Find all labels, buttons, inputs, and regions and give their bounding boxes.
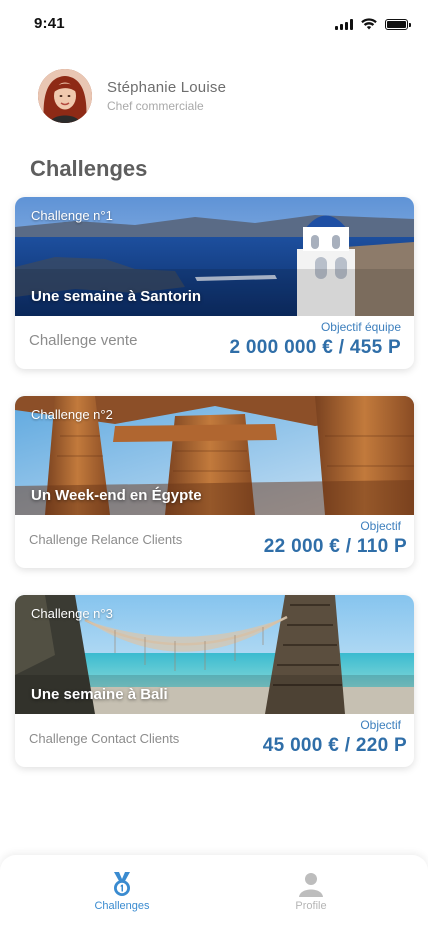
tab-label: Profile <box>295 900 327 912</box>
challenge-card-image: Challenge n°3 Une semaine à Bali <box>15 595 414 714</box>
goal-label: Objectif <box>360 519 401 533</box>
challenge-card-1[interactable]: Challenge n°1 Une semaine à Santorin Cha… <box>15 197 414 369</box>
user-icon <box>299 873 323 897</box>
profile-role: Chef commerciale <box>107 99 204 113</box>
challenge-card-body: Challenge Relance Clients Objectif 22 00… <box>15 515 414 568</box>
wifi-icon <box>361 18 377 30</box>
challenge-card-body: Challenge vente Objectif équipe 2 000 00… <box>15 316 414 369</box>
goal-label: Objectif <box>360 718 401 732</box>
status-bar: 9:41 <box>0 0 428 48</box>
challenge-card-body: Challenge Contact Clients Objectif 45 00… <box>15 714 414 767</box>
challenge-type: Challenge Contact Clients <box>29 731 180 746</box>
challenge-title: Une semaine à Santorin <box>31 288 202 305</box>
profile-name: Stéphanie Louise <box>107 79 227 96</box>
challenge-card-3[interactable]: Challenge n°3 Une semaine à Bali Challen… <box>15 595 414 767</box>
bottom-tab-bar: Challenges Profile <box>0 855 428 926</box>
cellular-signal-icon <box>335 18 353 30</box>
page-title: Challenges <box>30 156 148 181</box>
challenge-card-2[interactable]: Challenge n°2 Un Week-end en Égypte Chal… <box>15 396 414 568</box>
avatar <box>38 69 92 123</box>
challenge-number: Challenge n°2 <box>31 407 113 422</box>
goal-label: Objectif équipe <box>320 320 401 334</box>
medal-icon <box>114 872 130 896</box>
tab-label: Challenges <box>94 900 150 912</box>
tab-challenges[interactable]: Challenges <box>62 871 182 912</box>
challenge-type: Challenge vente <box>29 332 138 349</box>
tab-profile[interactable]: Profile <box>251 871 371 912</box>
challenge-type: Challenge Relance Clients <box>29 532 183 547</box>
challenge-title: Une semaine à Bali <box>31 686 168 703</box>
status-time: 9:41 <box>34 15 65 32</box>
challenge-card-image: Challenge n°1 Une semaine à Santorin <box>15 197 414 316</box>
challenge-card-image: Challenge n°2 Un Week-end en Égypte <box>15 396 414 515</box>
user-profile-header[interactable]: Stéphanie Louise Chef commerciale <box>38 69 226 123</box>
challenge-title: Un Week-end en Égypte <box>31 487 202 504</box>
challenge-number: Challenge n°3 <box>31 606 113 621</box>
challenge-number: Challenge n°1 <box>31 208 113 223</box>
profile-text: Stéphanie Louise Chef commerciale <box>107 79 226 113</box>
goal-value: 45 000 € / 220 P <box>262 735 407 756</box>
goal-value: 22 000 € / 110 P <box>263 536 407 557</box>
battery-icon <box>385 18 411 30</box>
status-icons <box>335 18 411 30</box>
goal-value: 2 000 000 € / 455 P <box>229 337 401 358</box>
